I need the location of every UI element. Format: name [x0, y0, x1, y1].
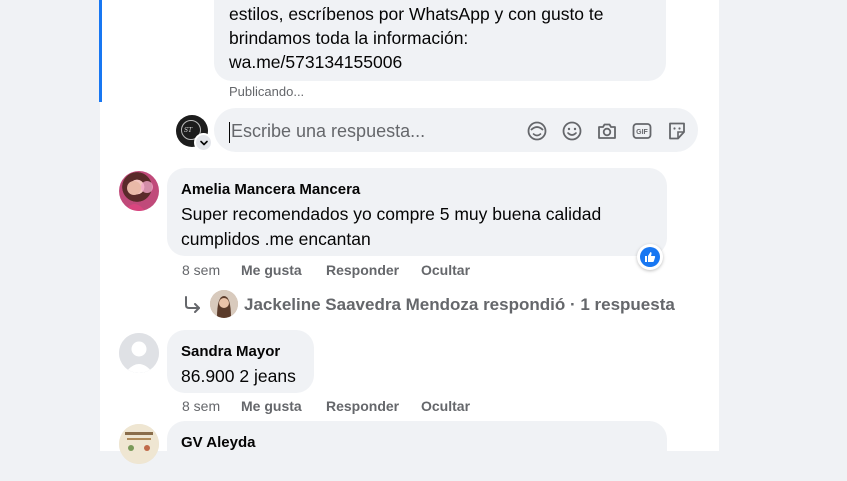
reply-button[interactable]: Responder: [326, 262, 399, 278]
chevron-down-icon[interactable]: [194, 133, 213, 152]
comment-actions: 8 sem Me gusta Responder Ocultar: [182, 398, 482, 416]
hide-button[interactable]: Ocultar: [421, 262, 470, 278]
avatar-sticker-icon[interactable]: [525, 119, 549, 143]
comment-text-line: brindamos toda la información:: [229, 28, 469, 48]
emoji-icon[interactable]: [560, 119, 584, 143]
comment-author[interactable]: Sandra Mayor: [181, 343, 300, 361]
avatar[interactable]: [119, 171, 159, 211]
avatar-logo-mark: ST: [184, 127, 193, 134]
comment-text-line: 86.900 2 jeans: [181, 366, 296, 386]
comment-link[interactable]: wa.me/573134155006: [229, 50, 652, 74]
comment-bubble: Amelia Mancera Mancera Super recomendado…: [167, 168, 667, 256]
sticker-icon[interactable]: [665, 119, 689, 143]
like-button[interactable]: Me gusta: [241, 398, 302, 414]
comment-actions: 8 sem Me gusta Responder Ocultar: [182, 262, 482, 280]
hide-button[interactable]: Ocultar: [421, 398, 470, 414]
comment-text-line: Super recomendados yo compre 5 muy buena…: [181, 204, 602, 224]
comment-timestamp[interactable]: 8 sem: [182, 398, 220, 414]
thread-accent-bar: [99, 0, 102, 102]
avatar[interactable]: [119, 333, 159, 373]
comment-bubble: Sandra Mayor 86.900 2 jeans: [167, 330, 314, 393]
reply-input-placeholder: Escribe una respuesta...: [231, 121, 426, 141]
comment-author[interactable]: Amelia Mancera Mancera: [181, 181, 653, 199]
comment-text-line: estilos, escríbenos por WhatsApp y con g…: [229, 4, 604, 24]
avatar[interactable]: [119, 424, 159, 464]
reply-arrow-icon: [182, 294, 204, 321]
posting-status: Publicando...: [229, 84, 305, 99]
text-caret: [229, 122, 230, 143]
thumbs-up-icon: [640, 247, 660, 267]
like-reaction-badge[interactable]: [637, 244, 663, 270]
comment-bubble-page-reply: estilos, escríbenos por WhatsApp y con g…: [214, 0, 666, 81]
camera-icon[interactable]: [595, 119, 619, 143]
svg-text:GIF: GIF: [636, 129, 648, 136]
comment-bubble: GV Aleyda: [167, 421, 667, 481]
gif-icon[interactable]: GIF: [630, 119, 654, 143]
comment-timestamp[interactable]: 8 sem: [182, 262, 220, 278]
like-button[interactable]: Me gusta: [241, 262, 302, 278]
comment-text-line: cumplidos .me encantan: [181, 229, 371, 249]
comment-author[interactable]: GV Aleyda: [181, 434, 653, 452]
replies-summary[interactable]: Jackeline Saavedra Mendoza respondió · 1…: [244, 295, 675, 315]
reply-avatar: [210, 290, 238, 318]
reply-button[interactable]: Responder: [326, 398, 399, 414]
